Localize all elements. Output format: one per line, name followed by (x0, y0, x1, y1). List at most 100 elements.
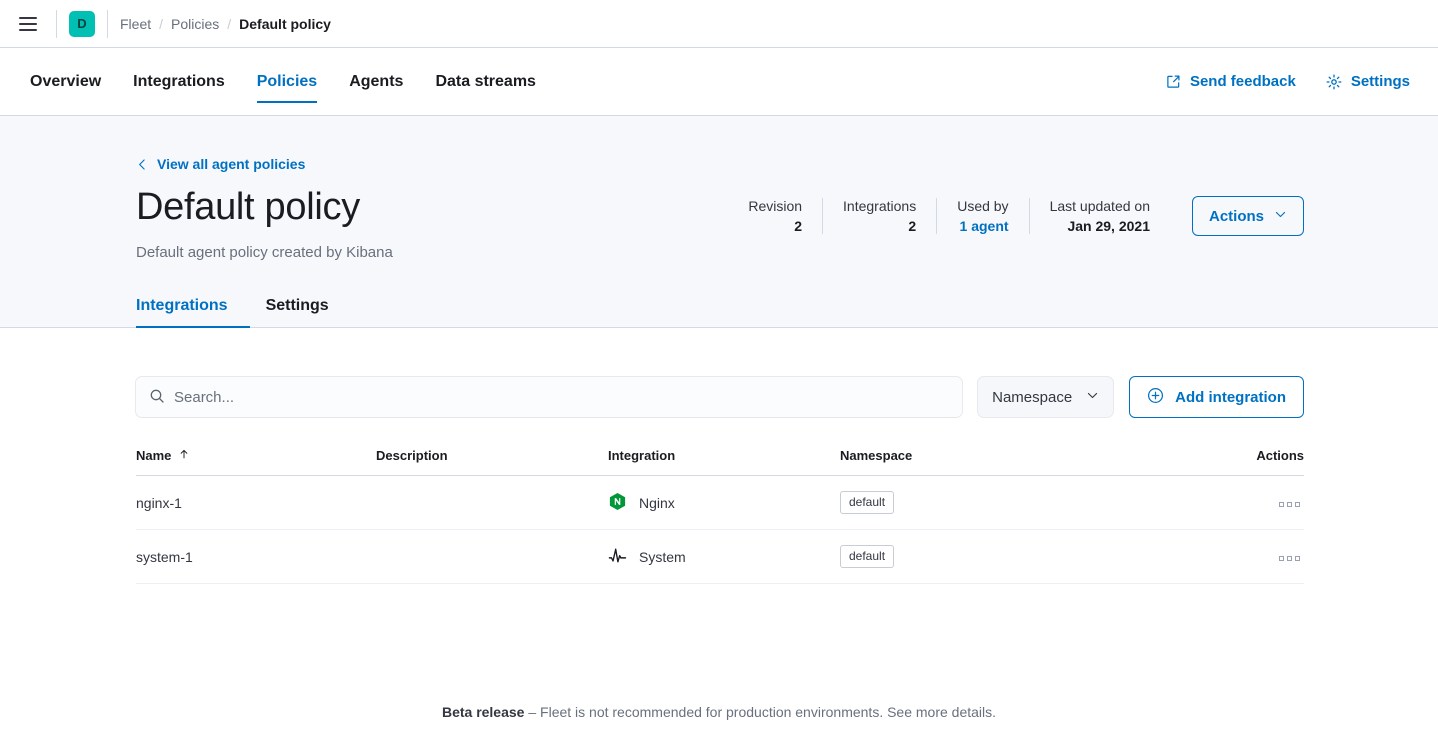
cell-integration-label: Nginx (639, 495, 675, 511)
boxes-dot (1295, 502, 1300, 507)
page-title: Default policy (136, 184, 393, 230)
breadcrumb-item-fleet[interactable]: Fleet (120, 16, 151, 32)
cell-integration: System (608, 530, 840, 584)
column-header-description[interactable]: Description (376, 448, 608, 476)
chevron-down-icon (1274, 208, 1287, 225)
global-chrome-bar: D Fleet / Policies / Default policy (0, 0, 1438, 48)
breadcrumb-item-policies[interactable]: Policies (171, 16, 219, 32)
space-avatar[interactable]: D (69, 11, 95, 37)
column-header-name-label: Name (136, 448, 171, 463)
page-title-block: Default policy Default agent policy crea… (136, 184, 393, 261)
add-integration-button[interactable]: Add integration (1129, 376, 1304, 418)
package-policies-table: Name Description Integration Namespace A… (136, 448, 1304, 584)
stat-integrations-label: Integrations (843, 198, 916, 214)
namespace-badge: default (840, 491, 894, 514)
search-input[interactable] (136, 377, 962, 417)
tab-integrations[interactable]: Integrations (117, 48, 241, 115)
cell-namespace: default (840, 476, 1220, 530)
send-feedback-label: Send feedback (1190, 73, 1296, 90)
stat-revision: Revision 2 (728, 198, 822, 234)
app-tab-list: Overview Integrations Policies Agents Da… (30, 48, 552, 115)
sort-up-arrow-icon (178, 448, 190, 463)
integrations-toolbar: Namespace Add integration (136, 376, 1304, 418)
tab-policy-settings[interactable]: Settings (250, 287, 345, 327)
stat-integrations: Integrations 2 (822, 198, 936, 234)
cell-namespace: default (840, 530, 1220, 584)
gear-icon (1326, 74, 1342, 90)
hamburger-menu-icon[interactable] (12, 8, 44, 40)
breadcrumb: Fleet / Policies / Default policy (120, 16, 331, 32)
policy-detail-tabs: Integrations Settings (136, 287, 1304, 327)
stat-last-updated: Last updated on Jan 29, 2021 (1029, 198, 1170, 234)
page-header: View all agent policies Default policy D… (0, 116, 1438, 328)
cell-actions (1220, 530, 1304, 584)
table-body: nginx-1 Nginx default (136, 476, 1304, 584)
cell-description (376, 476, 608, 530)
cell-description (376, 530, 608, 584)
breadcrumb-separator: / (227, 16, 231, 32)
tab-agents[interactable]: Agents (333, 48, 419, 115)
app-nav-actions: Send feedback Settings (1166, 48, 1410, 115)
column-header-name[interactable]: Name (136, 448, 376, 476)
cell-integration-label: System (639, 549, 686, 565)
namespace-filter-dropdown[interactable]: Namespace (978, 377, 1113, 417)
nginx-logo-icon (608, 492, 627, 514)
stat-used-by-value-link[interactable]: 1 agent (957, 218, 1008, 234)
tab-data-streams[interactable]: Data streams (419, 48, 552, 115)
beta-release-footer: Beta release – Fleet is not recommended … (0, 704, 1438, 720)
stat-used-by-label: Used by (957, 198, 1008, 214)
table-header: Name Description Integration Namespace A… (136, 448, 1304, 476)
boxes-dot (1287, 556, 1292, 561)
column-header-actions: Actions (1220, 448, 1304, 476)
settings-label: Settings (1351, 73, 1410, 90)
cell-name[interactable]: nginx-1 (136, 476, 376, 530)
table-header-row: Name Description Integration Namespace A… (136, 448, 1304, 476)
settings-link[interactable]: Settings (1326, 73, 1410, 90)
stat-last-updated-value: Jan 29, 2021 (1050, 218, 1150, 234)
send-feedback-link[interactable]: Send feedback (1166, 73, 1296, 90)
tab-overview[interactable]: Overview (30, 48, 117, 115)
chrome-divider (107, 10, 108, 38)
beta-release-badge: Beta release (442, 704, 525, 720)
hamburger-line (19, 17, 37, 19)
view-all-agent-policies-link[interactable]: View all agent policies (136, 156, 305, 172)
cell-actions (1220, 476, 1304, 530)
hamburger-line (19, 23, 37, 25)
beta-release-text: – Fleet is not recommended for productio… (524, 704, 996, 720)
page-header-stats: Revision 2 Integrations 2 Used by 1 agen… (728, 184, 1304, 236)
tab-policies[interactable]: Policies (241, 48, 333, 115)
search-field-wrapper (136, 377, 962, 417)
tab-policy-integrations[interactable]: Integrations (136, 287, 250, 327)
stat-used-by: Used by 1 agent (936, 198, 1028, 234)
hamburger-line (19, 29, 37, 31)
breadcrumb-separator: / (159, 16, 163, 32)
stat-revision-label: Revision (748, 198, 802, 214)
back-link-label: View all agent policies (157, 156, 305, 172)
breadcrumb-item-current: Default policy (239, 16, 331, 32)
cell-name[interactable]: system-1 (136, 530, 376, 584)
stat-last-updated-label: Last updated on (1050, 198, 1150, 214)
column-header-namespace[interactable]: Namespace (840, 448, 1220, 476)
external-link-icon (1166, 74, 1181, 89)
column-header-integration[interactable]: Integration (608, 448, 840, 476)
boxes-dot (1287, 502, 1292, 507)
boxes-dot (1295, 556, 1300, 561)
page-header-inner: View all agent policies Default policy D… (0, 116, 1438, 327)
boxes-dot (1279, 502, 1284, 507)
namespace-filter-label: Namespace (992, 389, 1072, 406)
page-title-row: Default policy Default agent policy crea… (136, 184, 1304, 261)
stat-revision-value: 2 (748, 218, 802, 234)
app-navigation-bar: Overview Integrations Policies Agents Da… (0, 48, 1438, 116)
boxes-dot (1279, 556, 1284, 561)
boxes-horizontal-icon[interactable] (1275, 498, 1304, 511)
system-pulse-icon (608, 546, 627, 568)
add-integration-label: Add integration (1175, 389, 1286, 406)
actions-button[interactable]: Actions (1192, 196, 1304, 236)
stat-integrations-value: 2 (843, 218, 916, 234)
table-row: nginx-1 Nginx default (136, 476, 1304, 530)
plus-in-circle-icon (1147, 387, 1164, 408)
boxes-horizontal-icon[interactable] (1275, 552, 1304, 565)
actions-button-label: Actions (1209, 208, 1264, 225)
namespace-badge: default (840, 545, 894, 568)
main-content: Namespace Add integration Name (0, 328, 1438, 584)
